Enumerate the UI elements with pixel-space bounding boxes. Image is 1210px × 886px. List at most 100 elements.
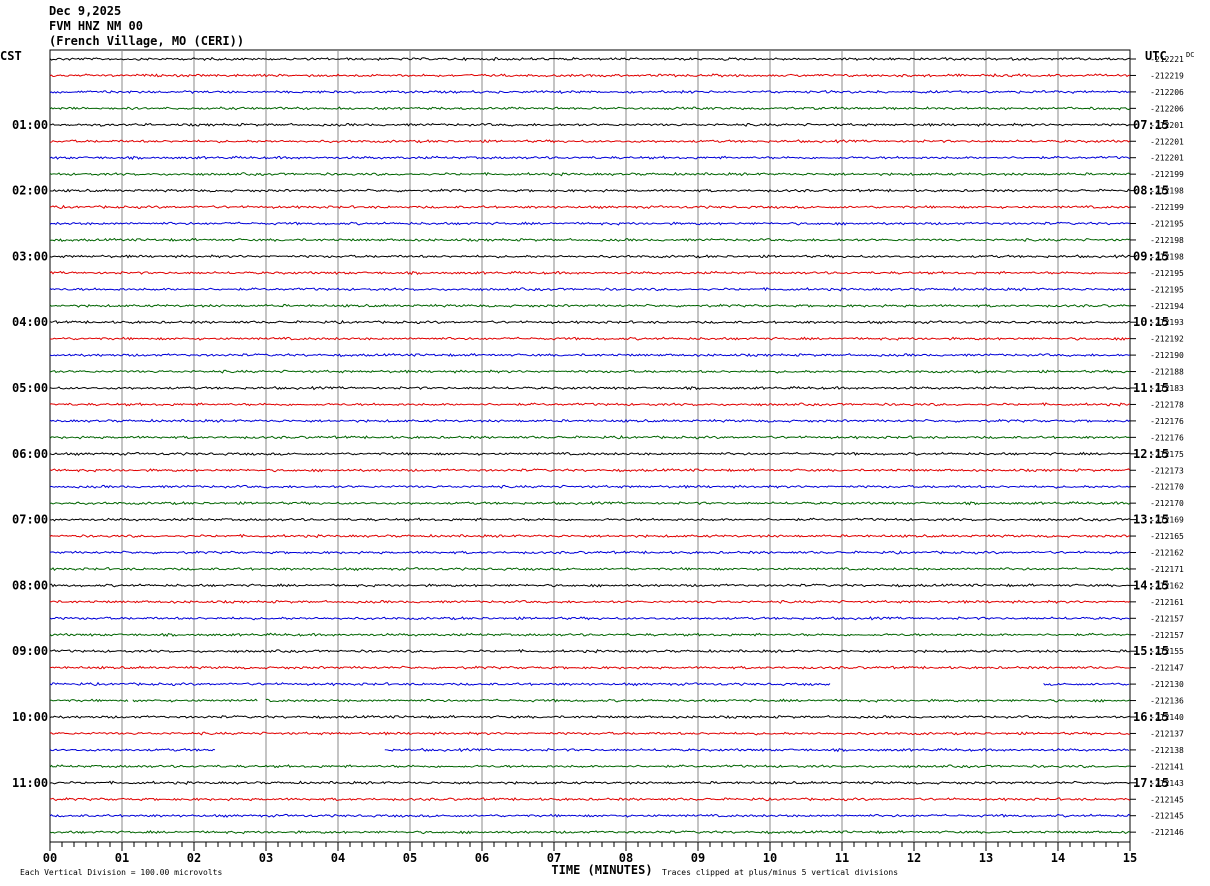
dc-offset-label: -212157	[1150, 614, 1184, 623]
dc-offset-label: -212170	[1150, 499, 1184, 508]
seismic-trace	[49, 632, 1131, 638]
seismic-trace	[49, 73, 1131, 78]
dc-offset-label: -212178	[1150, 400, 1184, 409]
dc-offset-label: -212161	[1150, 598, 1184, 607]
seismic-trace	[49, 336, 1131, 341]
seismic-trace	[49, 418, 1131, 423]
dc-offset-label: -212206	[1150, 104, 1184, 113]
seismic-trace	[49, 648, 1131, 654]
cst-hour-label: 01:00	[12, 118, 48, 132]
utc-hour-label: 13:15	[1133, 513, 1169, 527]
x-tick-label: 05	[403, 851, 417, 865]
seismic-trace	[49, 319, 1131, 325]
seismic-trace	[49, 56, 1131, 62]
dc-offset-label: -212162	[1150, 549, 1184, 558]
x-tick-label: 01	[115, 851, 129, 865]
seismic-trace	[49, 122, 1131, 127]
dc-offset-label: -212188	[1150, 368, 1184, 377]
seismic-trace	[49, 616, 1131, 621]
x-tick-label: 12	[907, 851, 921, 865]
seismic-trace	[132, 698, 258, 703]
x-tick-label: 15	[1123, 851, 1137, 865]
x-tick-label: 06	[475, 851, 489, 865]
seismic-trace	[49, 89, 1131, 94]
dc-offset-label: -212199	[1150, 170, 1184, 179]
seismic-trace	[384, 747, 1130, 753]
utc-hour-label: 17:15	[1133, 776, 1169, 790]
seismic-trace	[49, 780, 1131, 785]
seismic-trace	[49, 698, 129, 703]
dc-offset-label: -212201	[1150, 154, 1184, 163]
helicorder-chart: -212221-212219-212206-212206-212201-2122…	[0, 49, 1194, 877]
seismic-trace	[49, 287, 1131, 292]
seismic-trace	[49, 830, 1131, 835]
dc-offset-label: -212173	[1150, 466, 1184, 475]
utc-hour-label: 16:15	[1133, 710, 1169, 724]
footer-clip-note: Traces clipped at plus/minus 5 vertical …	[662, 868, 898, 877]
grid	[49, 49, 1131, 843]
seismic-trace	[1043, 682, 1130, 686]
traces	[49, 56, 1131, 835]
x-tick-label: 03	[259, 851, 273, 865]
dc-label: DC	[1186, 51, 1194, 59]
seismic-trace	[49, 188, 1131, 193]
dc-offset-label: -212130	[1150, 680, 1184, 689]
dc-offset-label: -212192	[1150, 335, 1184, 344]
dc-offset-label: -212176	[1150, 417, 1184, 426]
seismic-trace	[49, 221, 1131, 226]
seismic-trace	[49, 484, 1131, 489]
seismic-trace	[49, 204, 1131, 210]
seismic-trace	[49, 681, 831, 687]
x-tick-label: 00	[43, 851, 57, 865]
dc-offset-label: -212146	[1150, 828, 1184, 837]
cst-hour-label: 04:00	[12, 315, 48, 329]
seismic-trace	[49, 583, 1131, 588]
plot-frame	[49, 49, 1131, 843]
seismic-trace	[49, 748, 216, 752]
seismic-trace	[49, 533, 1131, 539]
dc-offset-label: -212145	[1150, 795, 1184, 804]
cst-hour-label: 09:00	[12, 644, 48, 658]
seismic-trace	[49, 813, 1131, 818]
seismic-trace	[49, 369, 1131, 374]
utc-hour-label: 12:15	[1133, 447, 1169, 461]
dc-offset-label: -212157	[1150, 631, 1184, 640]
utc-hour-label: 09:15	[1133, 249, 1169, 263]
x-tick-label: 11	[835, 851, 849, 865]
cst-hour-label: 07:00	[12, 513, 48, 527]
x-tick-label: 02	[187, 851, 201, 865]
dc-offset-label: -212145	[1150, 812, 1184, 821]
utc-hour-label: 10:15	[1133, 315, 1169, 329]
utc-hour-label: 08:15	[1133, 184, 1169, 198]
cst-hour-label: 06:00	[12, 447, 48, 461]
dc-offset-label: -212206	[1150, 88, 1184, 97]
dc-offset-label: -212195	[1150, 285, 1184, 294]
cst-hour-label: 02:00	[12, 184, 48, 198]
seismic-trace	[49, 517, 1131, 522]
dc-offset-label: -212137	[1150, 729, 1184, 738]
dc-offset-label: -212194	[1150, 302, 1184, 311]
utc-hour-label: 11:15	[1133, 381, 1169, 395]
utc-hour-label: 07:15	[1133, 118, 1169, 132]
seismic-trace	[49, 796, 1131, 802]
utc-hour-label: 15:15	[1133, 644, 1169, 658]
dc-offset-label: -212138	[1150, 746, 1184, 755]
seismic-trace	[49, 501, 1131, 506]
cst-hour-label: 08:00	[12, 578, 48, 592]
seismic-trace	[49, 352, 1131, 358]
dc-offset-label: -212201	[1150, 137, 1184, 146]
seismic-trace	[49, 550, 1131, 555]
utc-axis-label: UTC	[1145, 49, 1167, 63]
seismic-trace	[49, 731, 1131, 736]
dc-offset-label: -212136	[1150, 697, 1184, 706]
seismic-trace	[49, 566, 1131, 572]
x-tick-label: 14	[1051, 851, 1065, 865]
dc-offset-label: -212190	[1150, 351, 1184, 360]
seismic-trace	[49, 106, 1131, 111]
seismic-trace	[49, 254, 1131, 259]
seismic-trace	[50, 599, 1131, 605]
cst-axis-label: CST	[0, 49, 22, 63]
x-tick-label: 13	[979, 851, 993, 865]
cst-hour-label: 05:00	[12, 381, 48, 395]
dc-offset-label: -212195	[1150, 269, 1184, 278]
